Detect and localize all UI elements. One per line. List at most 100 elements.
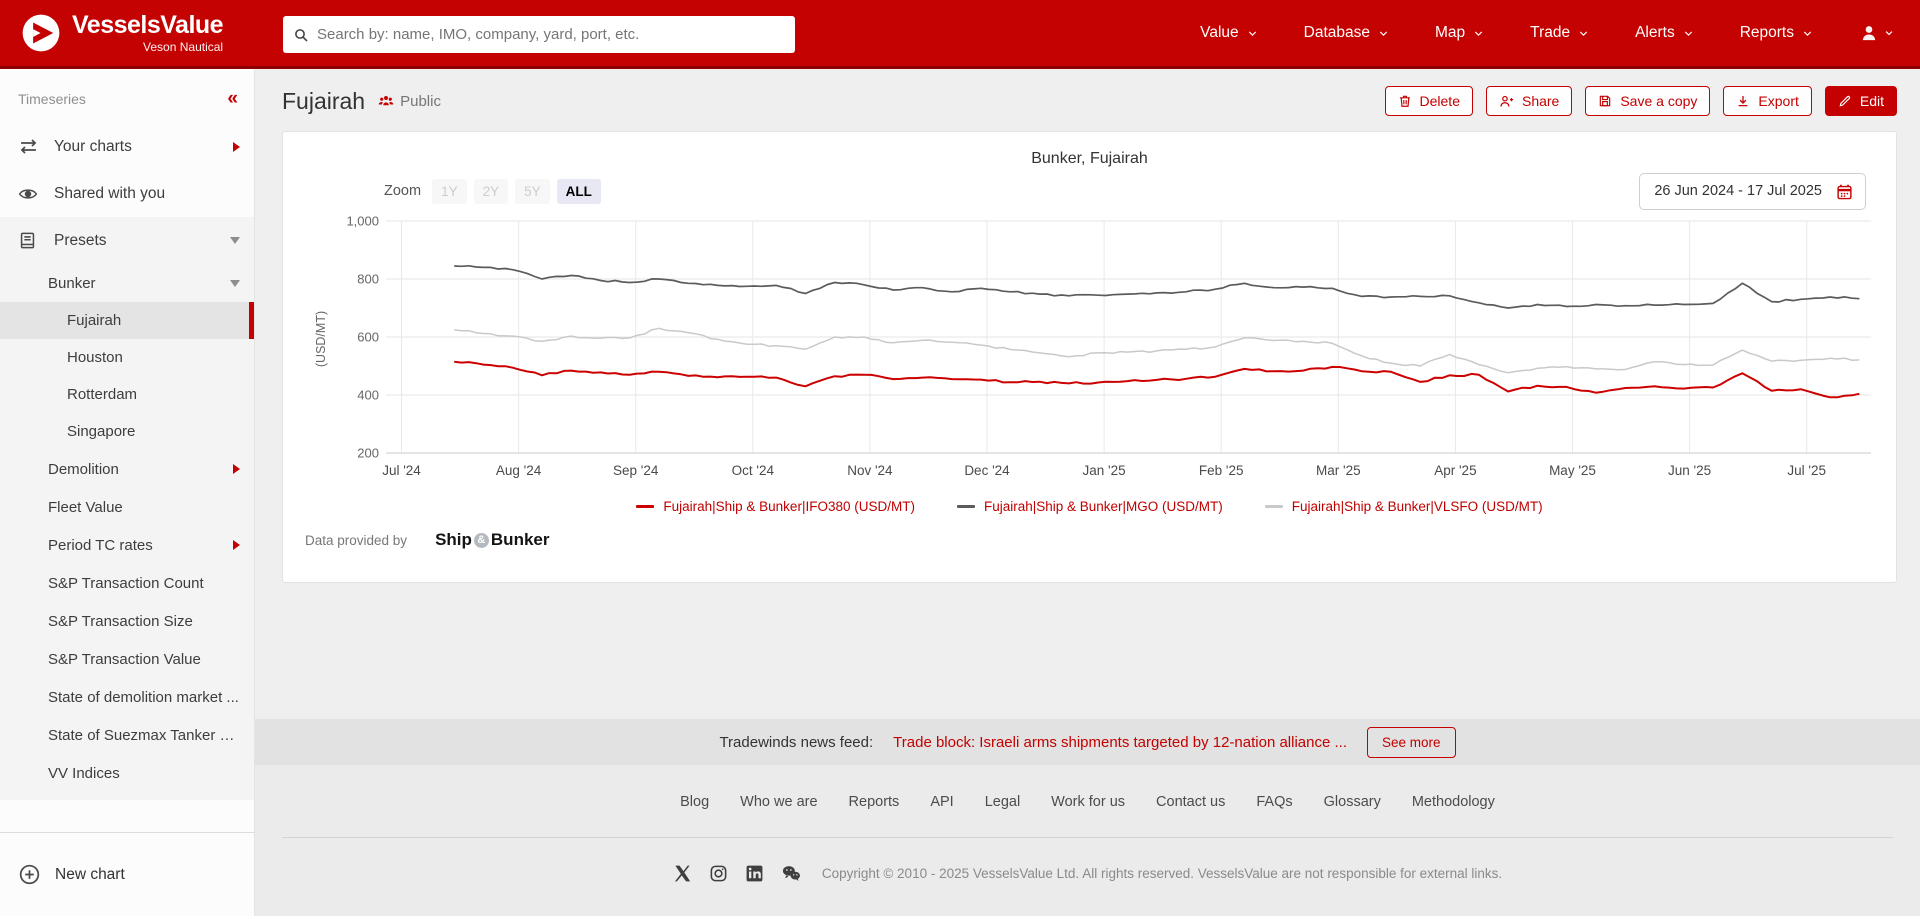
button-label: Delete — [1420, 93, 1460, 109]
svg-text:Aug '24: Aug '24 — [496, 463, 542, 478]
person-plus-icon — [1499, 94, 1514, 109]
sidebar-top-items: Your chartsShared with you — [0, 123, 254, 217]
news-feed-bar: Tradewinds news feed: Trade block: Israe… — [255, 719, 1920, 765]
chevron-down-icon — [1578, 28, 1589, 39]
sidebar-item-label: Houston — [67, 349, 123, 366]
legend-marker — [636, 505, 654, 508]
sidebar-item-singapore[interactable]: Singapore — [0, 413, 254, 450]
brand-name: VesselsValue — [72, 13, 223, 38]
sidebar-presets-section: Presets Bunker Fujairah Houston RotterdamSin… — [0, 217, 254, 800]
chevron-down-icon — [1683, 28, 1694, 39]
chevron-right-icon — [233, 142, 240, 152]
menu-item-database[interactable]: Database — [1304, 24, 1389, 42]
sidebar-item-label: VV Indices — [48, 765, 120, 782]
svg-text:Mar '25: Mar '25 — [1316, 463, 1361, 478]
footer-link-contact-us[interactable]: Contact us — [1156, 794, 1225, 810]
svg-text:Dec '24: Dec '24 — [964, 463, 1010, 478]
svg-text:Apr '25: Apr '25 — [1434, 463, 1476, 478]
sidebar-item-state-of-suezmax-tanker-m[interactable]: State of Suezmax Tanker m... — [0, 716, 254, 754]
svg-text:200: 200 — [357, 446, 379, 461]
plus-circle-icon — [18, 863, 41, 886]
sidebar-item-s-p-transaction-count[interactable]: S&P Transaction Count — [0, 564, 254, 602]
sidebar-item-s-p-transaction-size[interactable]: S&P Transaction Size — [0, 602, 254, 640]
user-icon — [1859, 23, 1879, 43]
sidebar-item-fujairah[interactable]: Fujairah — [0, 302, 254, 339]
footer-link-work-for-us[interactable]: Work for us — [1051, 794, 1125, 810]
sidebar-item-presets[interactable]: Presets — [0, 217, 254, 264]
vesselsvalue-logo[interactable]: VesselsValue Veson Nautical — [20, 12, 223, 54]
top-navbar: VesselsValue Veson Nautical Value Databas… — [0, 0, 1920, 69]
footer-link-reports[interactable]: Reports — [849, 794, 900, 810]
save-a-copy-button[interactable]: Save a copy — [1585, 86, 1710, 116]
search-icon — [293, 27, 309, 43]
book-icon — [18, 231, 42, 250]
shipandbunker-logo[interactable]: Ship & Bunker — [435, 530, 549, 550]
see-more-button[interactable]: See more — [1367, 727, 1456, 758]
x-icon[interactable] — [673, 864, 692, 883]
sidebar-title: Timeseries — [18, 91, 86, 107]
timeseries-sidebar: Timeseries « Your chartsShared with you … — [0, 69, 255, 916]
svg-text:Jul '24: Jul '24 — [382, 463, 421, 478]
visibility-badge: Public — [377, 92, 441, 110]
footer-link-legal[interactable]: Legal — [985, 794, 1020, 810]
chart-actions: Delete Share Save a copy Export Edit — [1385, 86, 1897, 116]
menu-item-map[interactable]: Map — [1435, 24, 1484, 42]
export-button[interactable]: Export — [1723, 86, 1811, 116]
menu-item-alerts[interactable]: Alerts — [1635, 24, 1694, 42]
sidebar-item-s-p-transaction-value[interactable]: S&P Transaction Value — [0, 640, 254, 678]
chart-card: Bunker, Fujairah Zoom 1Y2Y5YALL 26 Jun 2… — [282, 131, 1897, 583]
footer-link-api[interactable]: API — [930, 794, 953, 810]
zoom-range-all[interactable]: ALL — [557, 179, 601, 204]
zoom-range-2y: 2Y — [474, 179, 509, 204]
footer-links: Blog Who we are Reports API Legal Work for us… — [255, 765, 1920, 837]
chart-legend: Fujairah|Ship & Bunker|IFO380 (USD/MT) Fu… — [283, 499, 1896, 514]
chart-title: Bunker, Fujairah — [283, 132, 1896, 168]
sidebar-item-state-of-demolition-market[interactable]: State of demolition market ... — [0, 678, 254, 716]
sidebar-collapse-icon[interactable]: « — [227, 93, 238, 105]
news-feed-label: Tradewinds news feed: — [719, 734, 873, 751]
sidebar-item-fleet-value[interactable]: Fleet Value — [0, 488, 254, 526]
user-menu[interactable] — [1859, 23, 1894, 43]
menu-item-value[interactable]: Value — [1200, 24, 1258, 42]
legend-item[interactable]: Fujairah|Ship & Bunker|IFO380 (USD/MT) — [636, 499, 915, 514]
news-headline-link[interactable]: Trade block: Israeli arms shipments targ… — [893, 734, 1347, 751]
sidebar-item-label: Presets — [54, 232, 107, 250]
copyright-text: Copyright © 2010 - 2025 VesselsValue Ltd… — [822, 866, 1502, 881]
new-chart-button[interactable]: New chart — [0, 833, 254, 916]
menu-item-trade[interactable]: Trade — [1530, 24, 1589, 42]
provider-prefix: Data provided by — [305, 533, 407, 548]
legend-item[interactable]: Fujairah|Ship & Bunker|VLSFO (USD/MT) — [1265, 499, 1543, 514]
delete-button[interactable]: Delete — [1385, 86, 1473, 116]
svg-text:(USD/MT): (USD/MT) — [314, 311, 328, 367]
wechat-icon[interactable] — [781, 863, 802, 884]
sidebar-item-label: Period TC rates — [48, 537, 153, 554]
sidebar-item-houston[interactable]: Houston — [0, 339, 254, 376]
sidebar-item-shared-with-you[interactable]: Shared with you — [0, 170, 254, 217]
search-input[interactable] — [317, 26, 785, 43]
share-button[interactable]: Share — [1486, 86, 1572, 116]
sidebar-item-your-charts[interactable]: Your charts — [0, 123, 254, 170]
date-range-value: 26 Jun 2024 - 17 Jul 2025 — [1654, 183, 1822, 199]
footer-link-blog[interactable]: Blog — [680, 794, 709, 810]
page-header: Fujairah Public DeleteShareSave a copyEx… — [255, 69, 1920, 131]
edit-button[interactable]: Edit — [1825, 86, 1897, 116]
instagram-icon[interactable] — [709, 864, 728, 883]
date-range-picker[interactable]: 26 Jun 2024 - 17 Jul 2025 — [1639, 173, 1866, 210]
sidebar-item-rotterdam[interactable]: Rotterdam — [0, 376, 254, 413]
sidebar-item-bunker[interactable]: Bunker — [0, 264, 254, 302]
footer-link-glossary[interactable]: Glossary — [1324, 794, 1381, 810]
footer-link-faqs[interactable]: FAQs — [1256, 794, 1292, 810]
social-icons — [673, 863, 802, 884]
sidebar-item-vv-indices[interactable]: VV Indices — [0, 754, 254, 792]
legend-label: Fujairah|Ship & Bunker|VLSFO (USD/MT) — [1292, 499, 1543, 514]
legend-item[interactable]: Fujairah|Ship & Bunker|MGO (USD/MT) — [957, 499, 1223, 514]
sidebar-item-label: Bunker — [48, 275, 96, 292]
footer-link-who-we-are[interactable]: Who we are — [740, 794, 817, 810]
linkedin-icon[interactable] — [745, 864, 764, 883]
chart-controls: Zoom 1Y2Y5YALL 26 Jun 2024 - 17 Jul 2025 — [283, 173, 1896, 209]
menu-item-reports[interactable]: Reports — [1740, 24, 1813, 42]
footer-link-methodology[interactable]: Methodology — [1412, 794, 1495, 810]
sidebar-item-period-tc-rates[interactable]: Period TC rates — [0, 526, 254, 564]
zoom-range-5y: 5Y — [515, 179, 550, 204]
sidebar-item-demolition[interactable]: Demolition — [0, 450, 254, 488]
